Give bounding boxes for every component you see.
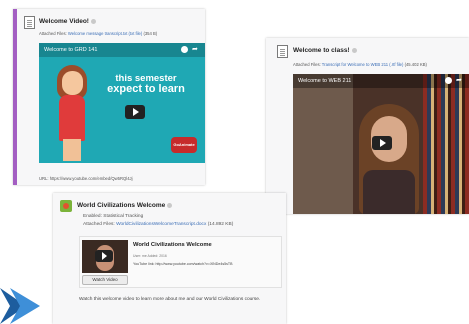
card-title[interactable]: Welcome Video! <box>39 18 96 25</box>
play-button-icon[interactable] <box>95 250 113 262</box>
embed-title: World Civilizations Welcome <box>133 242 212 248</box>
decorative-arrow-icon <box>0 288 40 324</box>
character-legs <box>63 139 81 161</box>
options-icon[interactable] <box>167 202 173 208</box>
video-title[interactable]: Welcome to WEB 211 <box>298 78 351 84</box>
video-overlay-text: this semester expect to learn <box>101 74 191 96</box>
goanimate-logo: GoAnimate <box>171 137 197 153</box>
attached-size: (354 B) <box>143 31 158 36</box>
attached-label: Attached Files: <box>293 62 321 67</box>
share-icon[interactable]: ➦ <box>456 77 463 84</box>
watch-video-button[interactable]: Watch Video <box>82 275 128 285</box>
attached-size: (45.402 KB) <box>404 62 427 67</box>
document-icon <box>24 16 35 29</box>
card-title-text[interactable]: World Civilizations Welcome <box>77 202 165 209</box>
attached-files: Attached Files: Transcript for Welcome t… <box>293 62 427 67</box>
enabled-row: Enabled: Statistical Tracking <box>83 214 143 219</box>
document-icon <box>277 45 288 58</box>
attached-files: Attached Files: WorldCivilizationsWelcom… <box>83 222 233 227</box>
play-button-icon[interactable] <box>125 105 145 119</box>
play-button-icon[interactable] <box>372 136 392 150</box>
embed-youtube-link[interactable]: YouTube link: http://www.youtube.com/wat… <box>133 262 233 266</box>
welcome-video-card: Welcome Video! Attached Files: Welcome m… <box>13 9 205 185</box>
video-embed-box: Watch Video World Civilizations Welcome … <box>79 236 282 288</box>
presenter-body <box>363 170 415 214</box>
video-title[interactable]: Welcome to GRD 141 <box>44 47 97 53</box>
overlay-line-2: expect to learn <box>107 82 185 95</box>
video-bookshelf <box>423 74 469 214</box>
card-title-text[interactable]: Welcome to class! <box>293 47 350 54</box>
video-url: URL: https://www.youtube.com/embed/Qw5RQ… <box>39 176 133 181</box>
welcome-class-card: Welcome to class! Attached Files: Transc… <box>266 38 469 214</box>
media-icon <box>60 200 72 212</box>
attached-file-link[interactable]: Welcome message transcript.txt (txt file… <box>68 31 142 36</box>
card-title[interactable]: World Civilizations Welcome <box>77 202 173 209</box>
attached-label: Attached Files: <box>83 222 115 227</box>
video-thumbnail[interactable] <box>82 240 128 273</box>
world-civ-card: World Civilizations Welcome Enabled: Sta… <box>53 193 286 324</box>
options-icon[interactable] <box>351 47 357 53</box>
video-player[interactable]: Welcome to WEB 211 ➦ <box>293 74 469 214</box>
attached-label: Attached Files: <box>39 31 67 36</box>
attached-size: (14.892 KB) <box>207 222 234 227</box>
card-description: Watch this welcome video to learn more a… <box>79 297 261 302</box>
attached-file-link[interactable]: WorldCivilizationsWelcomeTranscript.docx <box>116 222 206 227</box>
character-face <box>62 71 83 95</box>
options-icon[interactable] <box>90 18 96 24</box>
attached-file-link[interactable]: Transcript for Welcome to WEB 211 (.rtf … <box>322 62 404 67</box>
share-icon[interactable]: ➦ <box>192 46 199 53</box>
character-body <box>59 95 85 141</box>
enabled-label: Enabled: <box>83 214 102 219</box>
enabled-value: Statistical Tracking <box>103 214 144 219</box>
watch-later-icon[interactable] <box>181 46 188 53</box>
video-background-wall <box>293 74 353 214</box>
card-title[interactable]: Welcome to class! <box>293 47 357 54</box>
embed-meta: User: me Added: 2016 <box>133 254 167 258</box>
card-title-text[interactable]: Welcome Video! <box>39 18 89 25</box>
attached-files: Attached Files: Welcome message transcri… <box>39 31 157 36</box>
watch-later-icon[interactable] <box>445 77 452 84</box>
video-player[interactable]: Welcome to GRD 141 ➦ this semester expec… <box>39 43 205 163</box>
